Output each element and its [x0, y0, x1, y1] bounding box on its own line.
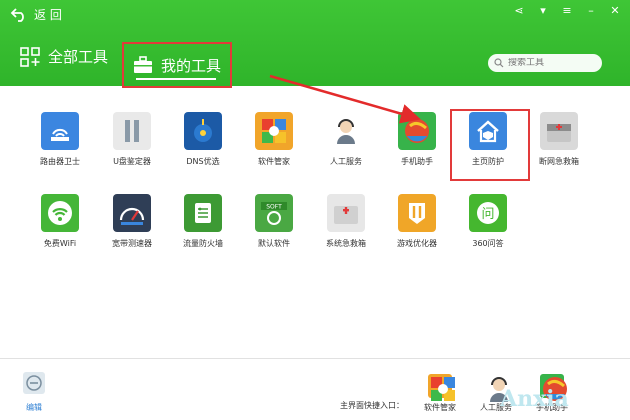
- software-manager-icon: [428, 374, 455, 401]
- annotation-arrow: [269, 74, 421, 124]
- minus-circle-icon: [23, 372, 45, 394]
- quick-entry-item[interactable]: 软件管家: [418, 374, 462, 413]
- edit-label: 编辑: [26, 403, 42, 412]
- watermark-logo: Anxia: [500, 386, 569, 412]
- bottom-divider: [0, 358, 630, 359]
- quick-entry-label-text: 软件管家: [424, 403, 456, 412]
- quick-entry-label: 主界面快捷入口：: [340, 401, 404, 410]
- edit-button[interactable]: 编辑: [18, 372, 50, 413]
- app-window: 返 回 ⋖ ▾ ≡ – ✕ 全部工具 我的工具 搜索工具 路由器卫士 U盘鉴定器…: [0, 0, 630, 420]
